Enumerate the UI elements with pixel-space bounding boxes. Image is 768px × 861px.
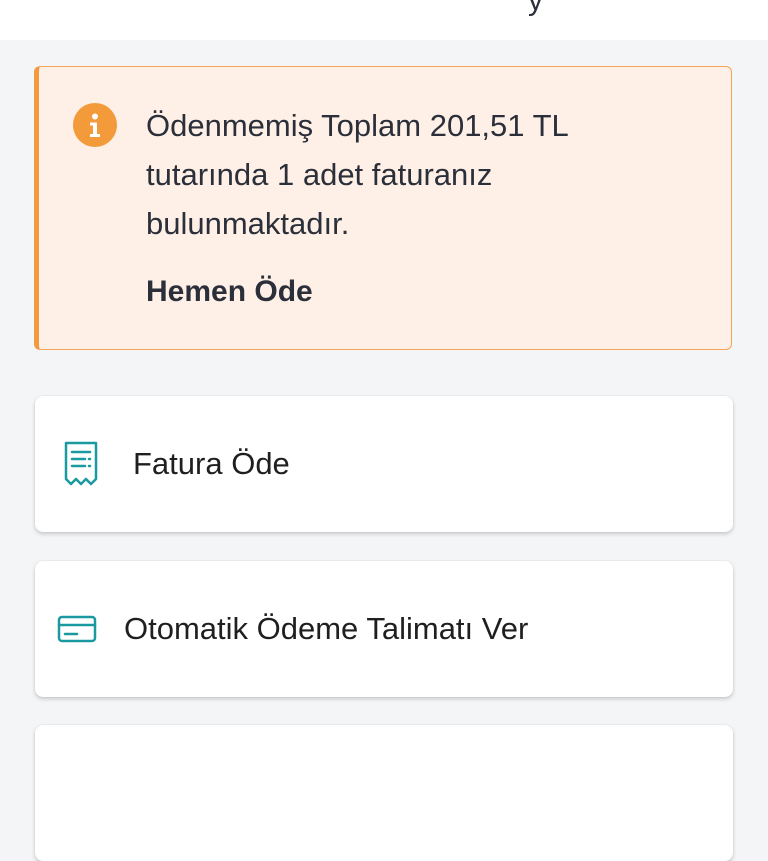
receipt-icon [63,441,99,487]
pay-bill-label: Fatura Öde [133,446,290,481]
menu-card-partial[interactable] [35,725,733,861]
auto-payment-label: Otomatik Ödeme Talimatı Ver [124,611,529,646]
auto-payment-card[interactable]: Otomatik Ödeme Talimatı Ver [35,561,733,697]
pay-now-link[interactable]: Hemen Öde [146,275,313,309]
top-bar: y [0,0,768,40]
pay-bill-card[interactable]: Fatura Öde [35,396,733,532]
info-icon [73,103,117,147]
credit-card-icon [57,615,97,643]
top-bar-title-fragment: y [528,0,543,17]
unpaid-bill-alert: Ödenmemiş Toplam 201,51 TL tutarında 1 a… [34,66,732,350]
alert-message: Ödenmemiş Toplam 201,51 TL tutarında 1 a… [146,108,568,241]
